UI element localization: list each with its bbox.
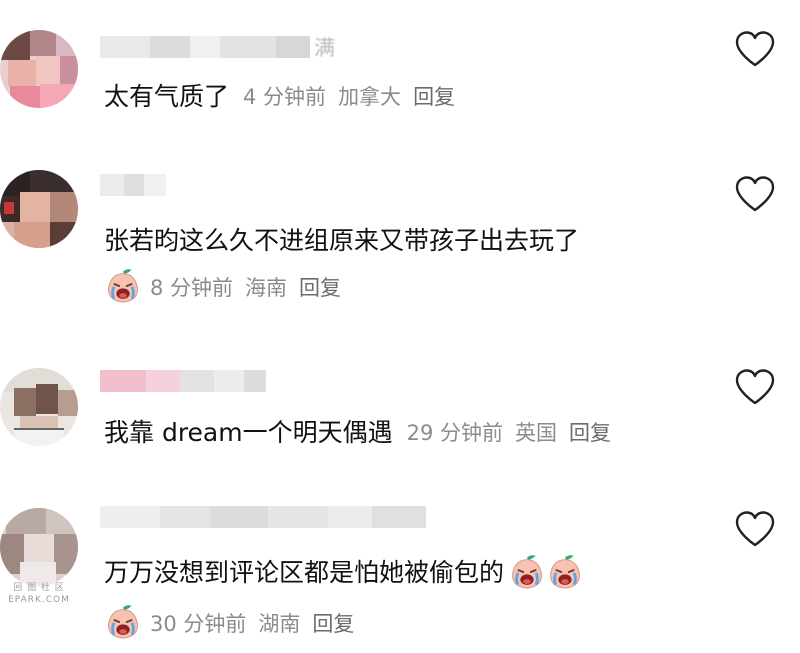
crying-peach-emoji-icon (508, 554, 546, 592)
username-tail: 满 (314, 36, 335, 60)
crying-peach-emoji-icon (104, 604, 142, 642)
comment-item: 我靠 dream一个明天偶遇 29 分钟前 英国 回复 (0, 340, 800, 480)
comment-body: 我靠 dream一个明天偶遇 (104, 418, 393, 447)
comment-item: 万万没想到评论区都是怕她被偷包的 30 分钟前 湖南 回复 (0, 480, 800, 653)
comment-body: 太有气质了 (104, 82, 230, 111)
comment-meta: 30 分钟前 湖南 回复 (104, 604, 366, 642)
comment-meta: 4 分钟前 加拿大 回复 (243, 80, 455, 114)
reply-button[interactable]: 回复 (312, 608, 354, 638)
comment-location: 海南 (245, 276, 288, 300)
comment-text: 万万没想到评论区都是怕她被偷包的 (104, 554, 584, 592)
avatar[interactable] (0, 30, 78, 108)
username[interactable] (100, 502, 426, 532)
comment-time: 30 分钟前 (150, 612, 247, 636)
crying-peach-emoji-icon (546, 554, 584, 592)
avatar[interactable] (0, 170, 78, 248)
comment-time: 8 分钟前 (150, 276, 234, 300)
heart-outline-icon[interactable] (734, 368, 776, 406)
reply-button[interactable]: 回复 (413, 80, 455, 114)
username[interactable] (100, 170, 166, 200)
comment-meta: 29 分钟前 英国 回复 (407, 416, 611, 450)
username[interactable]: 满 (100, 32, 335, 62)
watermark-line2: EPARK.COM (8, 595, 70, 605)
comment-meta: 8 分钟前 海南 回复 (104, 268, 353, 306)
username[interactable] (100, 366, 266, 396)
avatar[interactable] (0, 508, 78, 586)
watermark-line1: 回 图 社 区 (13, 583, 65, 593)
comment-time: 29 分钟前 (406, 421, 504, 445)
reply-button[interactable]: 回复 (569, 416, 611, 450)
heart-outline-icon[interactable] (734, 510, 776, 548)
heart-outline-icon[interactable] (734, 175, 776, 213)
comment-location: 英国 (515, 421, 558, 445)
reply-button[interactable]: 回复 (299, 272, 341, 302)
comment-item: 满 太有气质了 4 分钟前 加拿大 回复 (0, 0, 800, 150)
comment-item: 张若昀这么久不进组原来又带孩子出去玩了 8 分钟前 海南 回复 (0, 150, 800, 340)
comment-text: 我靠 dream一个明天偶遇 29 分钟前 英国 回复 (104, 416, 611, 450)
watermark: 回 图 社 区 EPARK.COM (4, 582, 74, 606)
heart-outline-icon[interactable] (734, 30, 776, 68)
comment-location: 湖南 (258, 612, 301, 636)
comment-body: 张若昀这么久不进组原来又带孩子出去玩了 (104, 226, 580, 255)
comment-body: 万万没想到评论区都是怕她被偷包的 (104, 558, 505, 587)
crying-peach-emoji-icon (104, 268, 142, 306)
comment-text: 太有气质了 4 分钟前 加拿大 回复 (104, 80, 455, 114)
comment-time: 4 分钟前 (243, 85, 327, 109)
comment-text: 张若昀这么久不进组原来又带孩子出去玩了 (104, 224, 579, 258)
avatar[interactable] (0, 368, 78, 446)
comment-location: 加拿大 (338, 85, 402, 109)
